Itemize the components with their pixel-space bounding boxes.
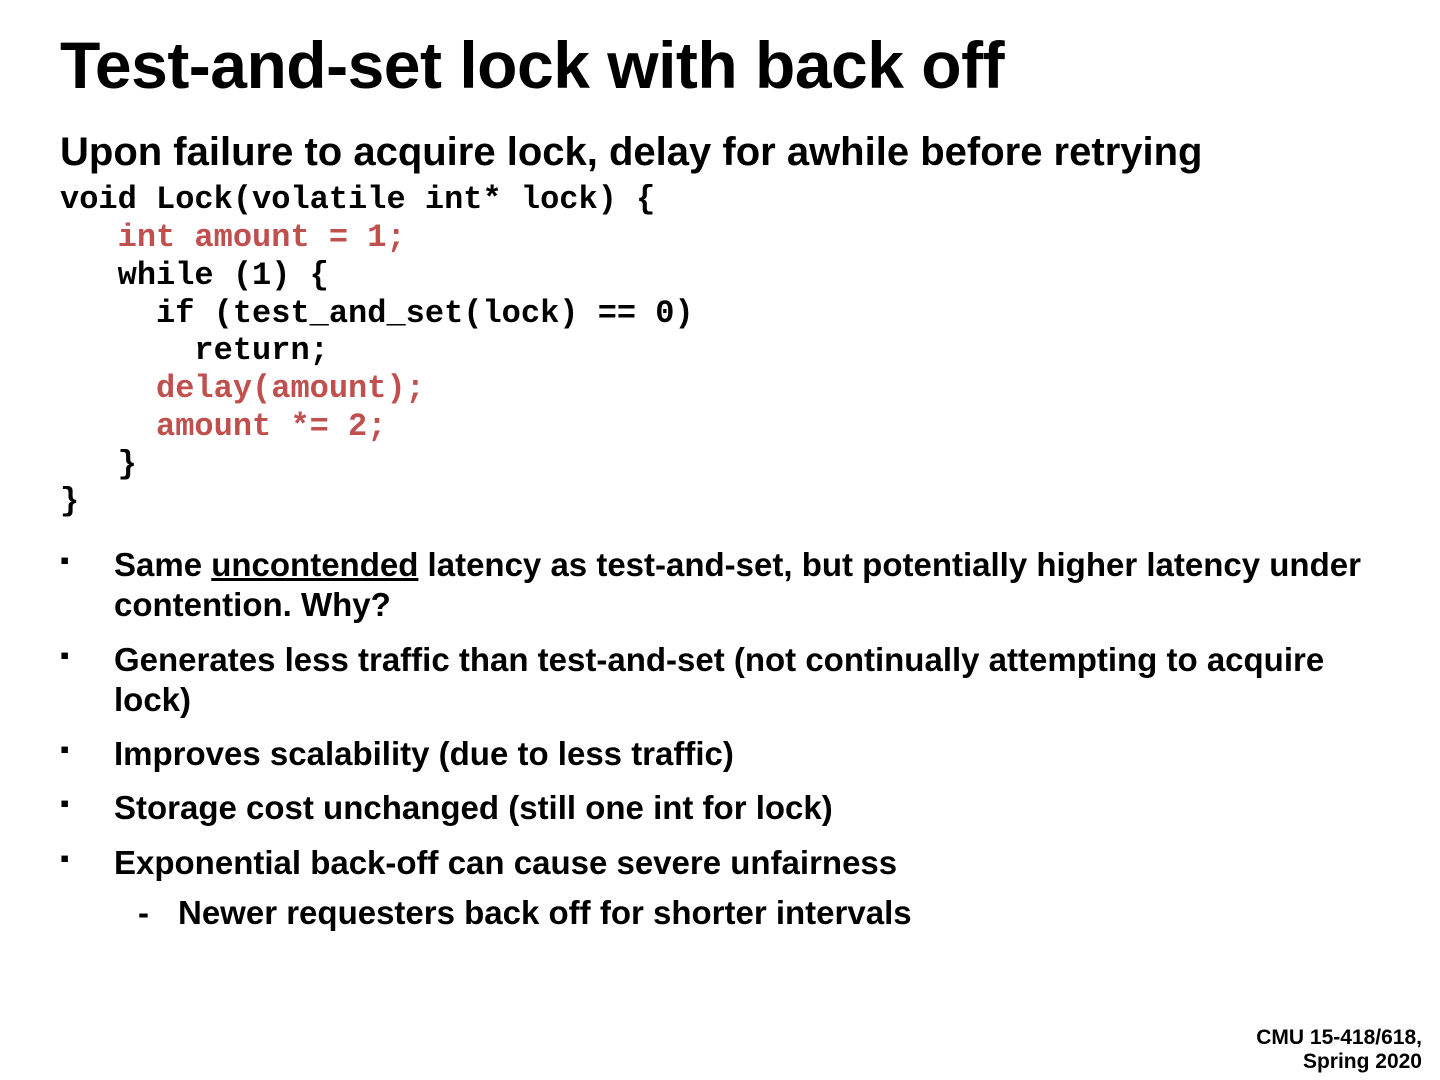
slide-title: Test-and-set lock with back off: [60, 30, 1380, 101]
bullet-text-pre: Same: [114, 546, 211, 583]
bullet-item: Generates less traffic than test-and-set…: [60, 640, 1380, 721]
code-line: void Lock(volatile int* lock) {: [60, 181, 655, 218]
footer-term: Spring 2020: [1256, 1050, 1422, 1074]
bullet-item: Storage cost unchanged (still one int fo…: [60, 788, 1380, 828]
bullet-text: Exponential back-off can cause severe un…: [114, 844, 897, 881]
slide-subtitle: Upon failure to acquire lock, delay for …: [60, 129, 1380, 175]
slide-footer: CMU 15-418/618, Spring 2020: [1256, 1026, 1422, 1074]
code-line-highlight: int amount = 1;: [60, 219, 406, 256]
sub-bullet-item: Newer requesters back off for shorter in…: [114, 893, 1380, 933]
bullet-item: Same uncontended latency as test-and-set…: [60, 545, 1380, 626]
bullet-item: Exponential back-off can cause severe un…: [60, 843, 1380, 934]
code-line: while (1) {: [60, 257, 329, 294]
code-line-highlight: delay(amount);: [60, 370, 425, 407]
code-line: }: [60, 483, 79, 520]
code-line: }: [60, 446, 137, 483]
footer-course: CMU 15-418/618,: [1256, 1026, 1422, 1050]
code-line-highlight: amount *= 2;: [60, 408, 386, 445]
code-line: return;: [60, 332, 329, 369]
sub-bullet-list: Newer requesters back off for shorter in…: [114, 893, 1380, 933]
slide: Test-and-set lock with back off Upon fai…: [0, 0, 1440, 1080]
bullet-text-underline: uncontended: [211, 546, 418, 583]
code-line: if (test_and_set(lock) == 0): [60, 295, 694, 332]
bullet-list: Same uncontended latency as test-and-set…: [60, 545, 1380, 933]
bullet-item: Improves scalability (due to less traffi…: [60, 734, 1380, 774]
code-block: void Lock(volatile int* lock) { int amou…: [60, 181, 1380, 521]
